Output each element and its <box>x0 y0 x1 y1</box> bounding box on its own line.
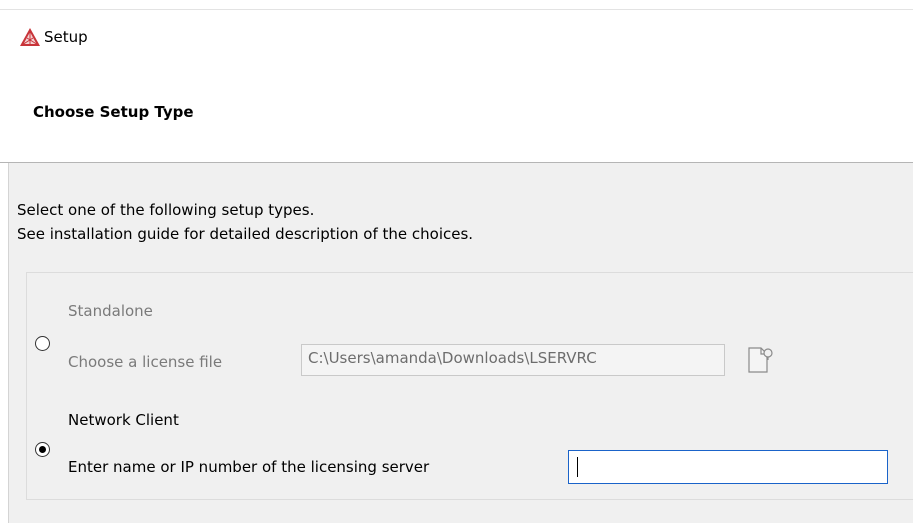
panel-left-edge <box>8 163 9 523</box>
window-header: Setup <box>0 0 913 78</box>
network-client-radio[interactable] <box>35 442 50 457</box>
license-file-label: Choose a license file <box>68 353 223 371</box>
licensing-server-label: Enter name or IP number of the licensing… <box>68 458 430 476</box>
warning-triangle-icon <box>20 28 40 46</box>
standalone-radio[interactable] <box>35 336 50 351</box>
network-client-option-title: Network Client <box>68 411 179 429</box>
license-file-input[interactable]: C:\Users\amanda\Downloads\LSERVRC <box>301 344 725 376</box>
setup-window: Setup Choose Setup Type Select one of th… <box>0 0 913 523</box>
top-strip <box>0 0 913 10</box>
page-heading: Choose Setup Type <box>33 103 194 121</box>
description-line-1: Select one of the following setup types. <box>17 201 315 219</box>
text-caret <box>577 457 578 477</box>
description-line-2: See installation guide for detailed desc… <box>17 225 474 243</box>
licensing-server-input[interactable] <box>568 450 888 484</box>
browse-file-icon[interactable] <box>746 345 774 375</box>
standalone-option-title: Standalone <box>68 302 153 320</box>
window-title: Setup <box>44 28 88 46</box>
